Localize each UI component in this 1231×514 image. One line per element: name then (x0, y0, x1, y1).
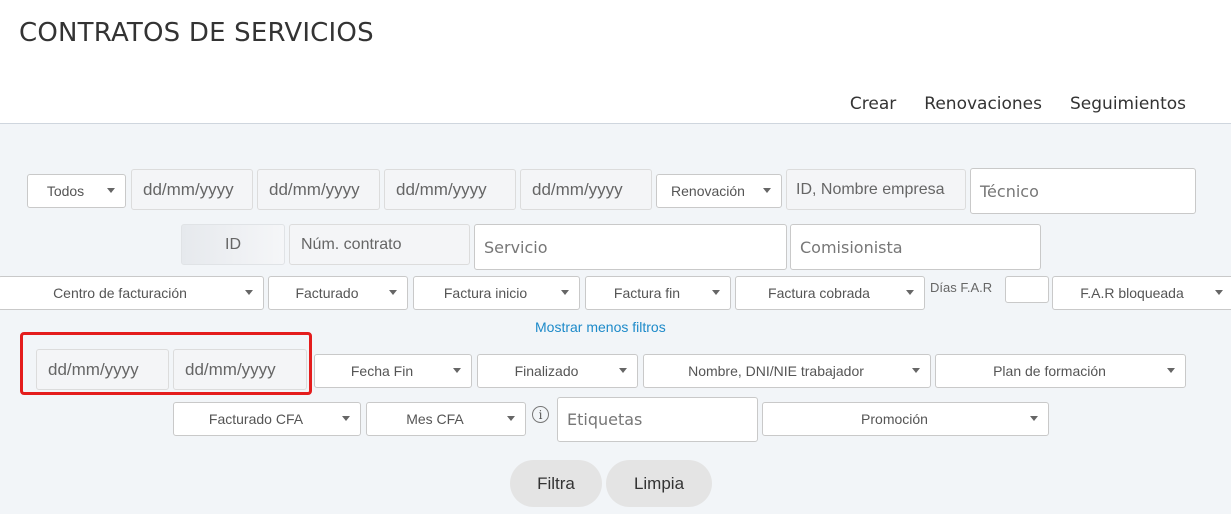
etiquetas-input[interactable]: Etiquetas (557, 397, 758, 442)
empresa-input[interactable]: ID, Nombre empresa (786, 169, 966, 210)
highlight-box (20, 332, 312, 395)
chevron-down-icon (561, 290, 569, 295)
filtra-button[interactable]: Filtra (510, 460, 602, 507)
factura-fin-label: Factura fin (613, 285, 681, 301)
facturado-label: Facturado (295, 285, 359, 301)
mostrar-menos-filtros-link[interactable]: Mostrar menos filtros (535, 319, 666, 335)
limpia-button[interactable]: Limpia (606, 460, 712, 507)
comisionista-input[interactable]: Comisionista (790, 224, 1041, 270)
chevron-down-icon (763, 188, 771, 193)
tecnico-input[interactable]: Técnico (970, 168, 1196, 214)
nav-renovaciones[interactable]: Renovaciones (924, 94, 1042, 114)
trabajador-select[interactable]: Nombre, DNI/NIE trabajador (643, 354, 931, 388)
chevron-down-icon (245, 290, 253, 295)
fecha-fin-label: Fecha Fin (350, 363, 414, 379)
date-input-3[interactable]: dd/mm/yyyy (384, 169, 516, 210)
nav-crear[interactable]: Crear (850, 94, 896, 114)
date-input-4[interactable]: dd/mm/yyyy (520, 169, 652, 210)
mes-cfa-label: Mes CFA (406, 411, 464, 427)
factura-inicio-label: Factura inicio (443, 285, 528, 301)
chevron-down-icon (712, 290, 720, 295)
dias-far-label: Días F.A.R (930, 280, 993, 295)
trabajador-label: Nombre, DNI/NIE trabajador (688, 363, 864, 379)
chevron-down-icon (906, 290, 914, 295)
mes-cfa-select[interactable]: Mes CFA (366, 402, 526, 436)
chevron-down-icon (342, 416, 350, 421)
chevron-down-icon (912, 368, 920, 373)
finalizado-label: Finalizado (514, 363, 579, 379)
centro-facturacion-label: Centro de facturación (53, 285, 187, 301)
chevron-down-icon (453, 368, 461, 373)
plan-formacion-select[interactable]: Plan de formación (935, 354, 1186, 388)
factura-fin-select[interactable]: Factura fin (585, 276, 731, 310)
page-title: CONTRATOS DE SERVICIOS (19, 18, 374, 48)
facturado-cfa-select[interactable]: Facturado CFA (173, 402, 361, 436)
centro-facturacion-select[interactable]: Centro de facturación (0, 276, 264, 310)
finalizado-select[interactable]: Finalizado (477, 354, 638, 388)
date-input-1[interactable]: dd/mm/yyyy (131, 169, 253, 210)
facturado-cfa-label: Facturado CFA (208, 411, 304, 427)
top-nav: Crear Renovaciones Seguimientos (850, 94, 1186, 114)
factura-cobrada-label: Factura cobrada (768, 285, 870, 301)
chevron-down-icon (389, 290, 397, 295)
nav-seguimientos[interactable]: Seguimientos (1070, 94, 1186, 114)
renovacion-select-label: Renovación (671, 183, 745, 199)
facturado-select[interactable]: Facturado (268, 276, 408, 310)
chevron-down-icon (1215, 290, 1223, 295)
far-bloqueada-label: F.A.R bloqueada (1080, 285, 1184, 301)
servicio-input[interactable]: Servicio (474, 224, 787, 270)
fecha-fin-select[interactable]: Fecha Fin (314, 354, 472, 388)
factura-inicio-select[interactable]: Factura inicio (413, 276, 580, 310)
promocion-select[interactable]: Promoción (762, 402, 1049, 436)
chevron-down-icon (1167, 368, 1175, 373)
chevron-down-icon (507, 416, 515, 421)
factura-cobrada-select[interactable]: Factura cobrada (735, 276, 925, 310)
chevron-down-icon (619, 368, 627, 373)
dias-far-input[interactable] (1005, 276, 1049, 303)
id-input[interactable]: ID (181, 224, 285, 265)
date-input-2[interactable]: dd/mm/yyyy (257, 169, 380, 210)
renovacion-select[interactable]: Renovación (656, 174, 782, 208)
far-bloqueada-select[interactable]: F.A.R bloqueada (1052, 276, 1231, 310)
plan-formacion-label: Plan de formación (993, 363, 1106, 379)
todos-select[interactable]: Todos (27, 174, 126, 208)
promocion-label: Promoción (861, 411, 928, 427)
chevron-down-icon (1030, 416, 1038, 421)
todos-select-label: Todos (46, 183, 85, 199)
chevron-down-icon (107, 188, 115, 193)
contrato-input[interactable]: Núm. contrato (289, 224, 470, 265)
info-icon[interactable]: i (532, 406, 549, 423)
